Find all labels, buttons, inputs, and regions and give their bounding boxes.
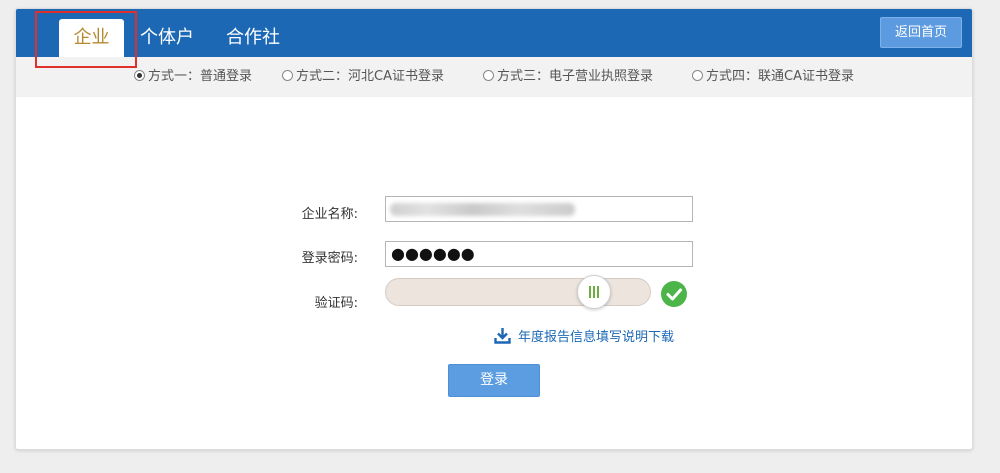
login-option-normal[interactable]: 方式一：普通登录 — [134, 69, 252, 85]
tab-cooperative[interactable]: 合作社 — [226, 19, 280, 57]
tab-enterprise[interactable]: 企业 — [59, 19, 124, 57]
radio-icon[interactable] — [483, 70, 494, 81]
company-name-label: 企业名称: — [301, 207, 358, 222]
login-option-label: 方式四：联通CA证书登录 — [706, 69, 854, 84]
login-option-label: 方式三：电子营业执照登录 — [497, 69, 654, 84]
header-bar: 企业 个体户 合作社 返回首页 — [16, 9, 972, 57]
login-option-e-license[interactable]: 方式三：电子营业执照登录 — [483, 69, 653, 85]
return-home-button[interactable]: 返回首页 — [880, 17, 962, 48]
verified-check-icon — [661, 281, 687, 307]
tab-individual[interactable]: 个体户 — [140, 19, 194, 57]
password-label: 登录密码: — [301, 251, 358, 266]
radio-icon[interactable] — [282, 70, 293, 81]
captcha-label: 验证码: — [314, 296, 358, 311]
captcha-slider-handle[interactable] — [577, 275, 611, 309]
download-icon — [494, 328, 511, 344]
redacted-company-name — [390, 203, 575, 216]
login-option-label: 方式二：河北CA证书登录 — [296, 69, 444, 84]
login-option-hebei-ca[interactable]: 方式二：河北CA证书登录 — [282, 69, 444, 85]
captcha-slider-track[interactable] — [385, 278, 651, 306]
radio-selected-icon[interactable] — [134, 70, 145, 81]
radio-icon[interactable] — [692, 70, 703, 81]
password-input[interactable]: ●●●●●● — [385, 241, 693, 267]
company-name-input[interactable] — [385, 196, 693, 222]
login-option-label: 方式一：普通登录 — [148, 69, 253, 84]
login-option-unicom-ca[interactable]: 方式四：联通CA证书登录 — [692, 69, 854, 85]
download-link-label: 年度报告信息填写说明下载 — [518, 330, 675, 345]
login-button[interactable]: 登录 — [448, 364, 540, 397]
password-mask: ●●●●●● — [391, 244, 475, 263]
login-method-bar: 方式一：普通登录 方式二：河北CA证书登录 方式三：电子营业执照登录 方式四：联… — [16, 57, 972, 97]
annual-report-guide-download-link[interactable]: 年度报告信息填写说明下载 — [494, 327, 674, 347]
